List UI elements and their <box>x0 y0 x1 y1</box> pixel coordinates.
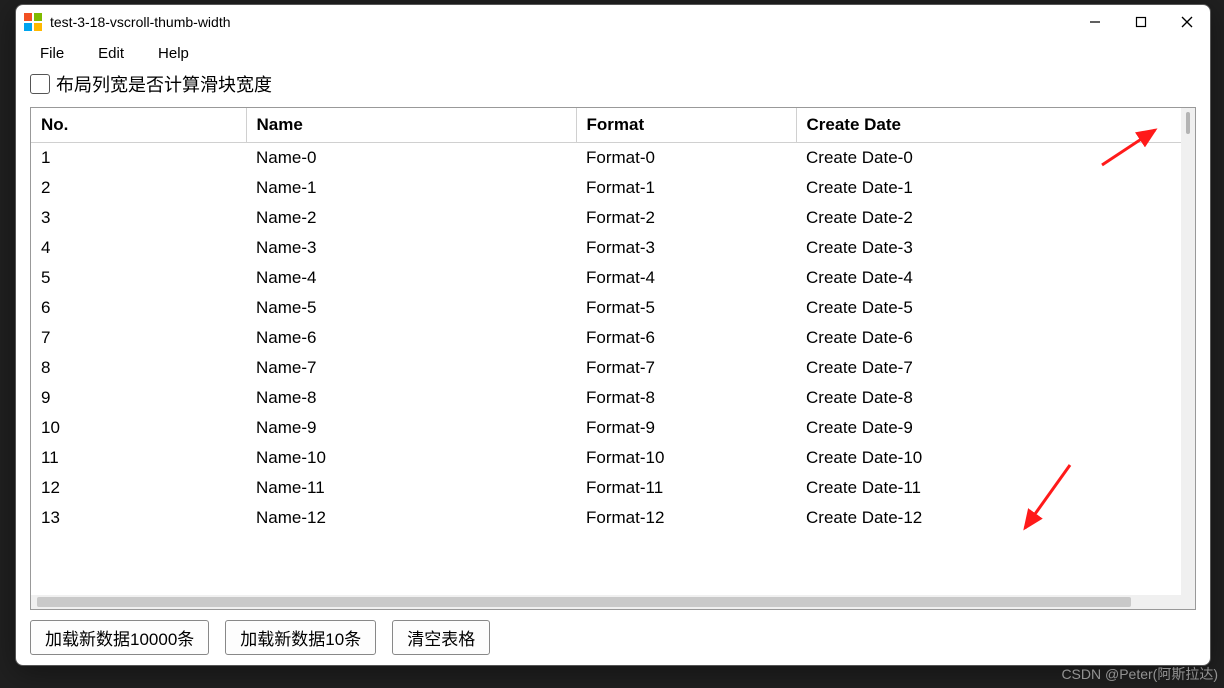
cell-date: Create Date-4 <box>796 263 1195 293</box>
watermark: CSDN @Peter(阿斯拉达) <box>1061 664 1218 684</box>
grid-table: No. Name Format Create Date 1Name-0Forma… <box>31 108 1195 533</box>
cell-no: 5 <box>31 263 246 293</box>
col-header-date[interactable]: Create Date <box>796 108 1195 143</box>
table-row[interactable]: 9Name-8Format-8Create Date-8 <box>31 383 1195 413</box>
cell-name: Name-0 <box>246 143 576 174</box>
table-row[interactable]: 4Name-3Format-3Create Date-3 <box>31 233 1195 263</box>
cell-format: Format-11 <box>576 473 796 503</box>
menu-file[interactable]: File <box>26 43 78 64</box>
cell-format: Format-12 <box>576 503 796 533</box>
cell-date: Create Date-2 <box>796 203 1195 233</box>
cell-name: Name-6 <box>246 323 576 353</box>
col-header-no[interactable]: No. <box>31 108 246 143</box>
cell-date: Create Date-1 <box>796 173 1195 203</box>
cell-name: Name-9 <box>246 413 576 443</box>
minimize-button[interactable] <box>1072 5 1118 39</box>
table-row[interactable]: 5Name-4Format-4Create Date-4 <box>31 263 1195 293</box>
data-grid: No. Name Format Create Date 1Name-0Forma… <box>30 107 1196 610</box>
cell-no: 3 <box>31 203 246 233</box>
load-10000-button[interactable]: 加载新数据10000条 <box>30 620 209 655</box>
cell-date: Create Date-7 <box>796 353 1195 383</box>
clear-button[interactable]: 清空表格 <box>392 620 490 655</box>
cell-format: Format-6 <box>576 323 796 353</box>
table-row[interactable]: 8Name-7Format-7Create Date-7 <box>31 353 1195 383</box>
cell-no: 8 <box>31 353 246 383</box>
table-row[interactable]: 11Name-10Format-10Create Date-10 <box>31 443 1195 473</box>
app-window: test-3-18-vscroll-thumb-width File Edit … <box>15 4 1211 666</box>
cell-name: Name-8 <box>246 383 576 413</box>
cell-name: Name-3 <box>246 233 576 263</box>
cell-no: 11 <box>31 443 246 473</box>
cell-name: Name-5 <box>246 293 576 323</box>
cell-date: Create Date-8 <box>796 383 1195 413</box>
close-button[interactable] <box>1164 5 1210 39</box>
cell-no: 10 <box>31 413 246 443</box>
cell-format: Format-0 <box>576 143 796 174</box>
cell-format: Format-2 <box>576 203 796 233</box>
cell-format: Format-8 <box>576 383 796 413</box>
maximize-button[interactable] <box>1118 5 1164 39</box>
layout-width-checkbox[interactable] <box>30 74 50 94</box>
horizontal-scroll-thumb[interactable] <box>37 597 1131 607</box>
cell-no: 7 <box>31 323 246 353</box>
vertical-scrollbar[interactable] <box>1181 108 1195 595</box>
titlebar[interactable]: test-3-18-vscroll-thumb-width <box>16 5 1210 39</box>
client-area: 布局列宽是否计算滑块宽度 No. Name Format Create Date <box>16 67 1210 665</box>
table-row[interactable]: 13Name-12Format-12Create Date-12 <box>31 503 1195 533</box>
col-header-format[interactable]: Format <box>576 108 796 143</box>
cell-format: Format-5 <box>576 293 796 323</box>
cell-date: Create Date-3 <box>796 233 1195 263</box>
table-row[interactable]: 2Name-1Format-1Create Date-1 <box>31 173 1195 203</box>
cell-date: Create Date-10 <box>796 443 1195 473</box>
cell-date: Create Date-11 <box>796 473 1195 503</box>
cell-no: 4 <box>31 233 246 263</box>
window-title: test-3-18-vscroll-thumb-width <box>50 14 231 30</box>
col-header-name[interactable]: Name <box>246 108 576 143</box>
cell-name: Name-4 <box>246 263 576 293</box>
cell-format: Format-10 <box>576 443 796 473</box>
button-row: 加载新数据10000条 加载新数据10条 清空表格 <box>30 620 1196 655</box>
cell-no: 6 <box>31 293 246 323</box>
grid-header-row: No. Name Format Create Date <box>31 108 1195 143</box>
cell-format: Format-9 <box>576 413 796 443</box>
menu-edit[interactable]: Edit <box>84 43 138 64</box>
cell-name: Name-7 <box>246 353 576 383</box>
cell-name: Name-12 <box>246 503 576 533</box>
load-10-button[interactable]: 加载新数据10条 <box>225 620 376 655</box>
cell-date: Create Date-9 <box>796 413 1195 443</box>
grid-body[interactable]: No. Name Format Create Date 1Name-0Forma… <box>31 108 1195 595</box>
cell-format: Format-1 <box>576 173 796 203</box>
menu-help[interactable]: Help <box>144 43 203 64</box>
table-row[interactable]: 3Name-2Format-2Create Date-2 <box>31 203 1195 233</box>
cell-no: 1 <box>31 143 246 174</box>
table-row[interactable]: 7Name-6Format-6Create Date-6 <box>31 323 1195 353</box>
cell-no: 13 <box>31 503 246 533</box>
cell-format: Format-7 <box>576 353 796 383</box>
menubar: File Edit Help <box>16 39 1210 67</box>
table-row[interactable]: 6Name-5Format-5Create Date-5 <box>31 293 1195 323</box>
vertical-scroll-thumb[interactable] <box>1186 112 1190 134</box>
checkbox-row: 布局列宽是否计算滑块宽度 <box>30 71 1196 97</box>
horizontal-scrollbar[interactable] <box>31 595 1195 609</box>
cell-name: Name-10 <box>246 443 576 473</box>
cell-date: Create Date-12 <box>796 503 1195 533</box>
table-row[interactable]: 1Name-0Format-0Create Date-0 <box>31 143 1195 174</box>
table-row[interactable]: 10Name-9Format-9Create Date-9 <box>31 413 1195 443</box>
cell-name: Name-2 <box>246 203 576 233</box>
cell-no: 12 <box>31 473 246 503</box>
cell-no: 2 <box>31 173 246 203</box>
cell-date: Create Date-0 <box>796 143 1195 174</box>
window-controls <box>1072 5 1210 39</box>
cell-no: 9 <box>31 383 246 413</box>
table-row[interactable]: 12Name-11Format-11Create Date-11 <box>31 473 1195 503</box>
cell-name: Name-11 <box>246 473 576 503</box>
cell-name: Name-1 <box>246 173 576 203</box>
cell-date: Create Date-5 <box>796 293 1195 323</box>
cell-date: Create Date-6 <box>796 323 1195 353</box>
checkbox-label: 布局列宽是否计算滑块宽度 <box>56 71 272 97</box>
cell-format: Format-3 <box>576 233 796 263</box>
cell-format: Format-4 <box>576 263 796 293</box>
app-icon <box>24 13 42 31</box>
